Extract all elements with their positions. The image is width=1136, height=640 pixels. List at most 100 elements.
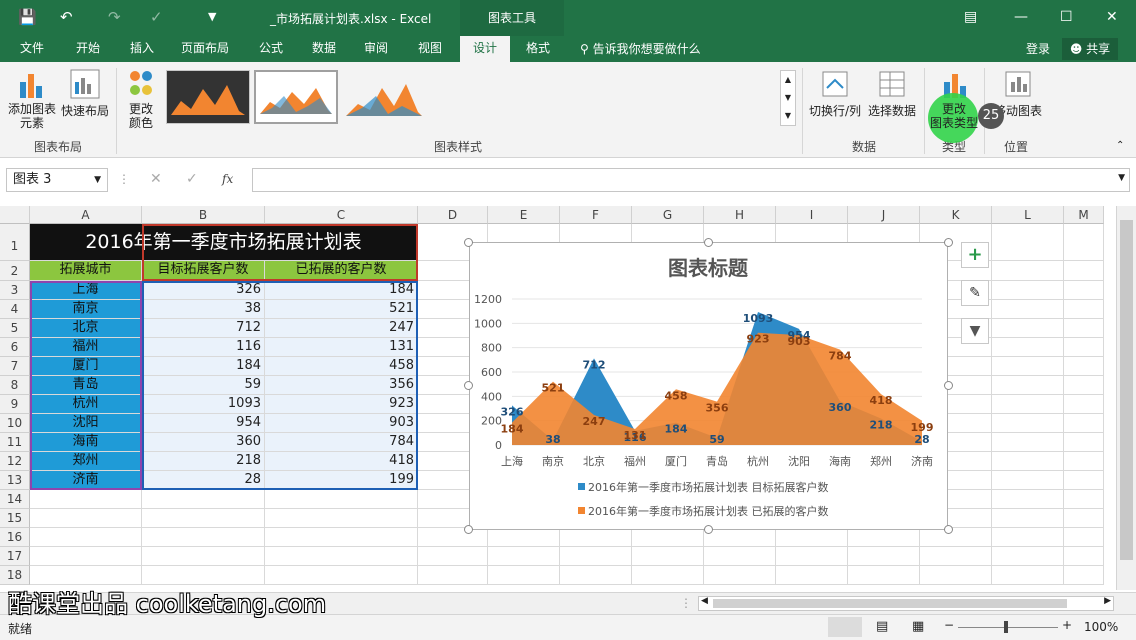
data-label[interactable]: 923 [747,333,770,346]
empty-cell[interactable] [992,319,1064,338]
data-label[interactable]: 326 [501,405,524,418]
tab-insert[interactable]: 插入 [118,36,166,62]
data-label[interactable]: 247 [583,415,606,428]
data-label[interactable]: 218 [870,418,893,431]
column-header-c[interactable]: C [265,206,418,224]
data-label[interactable]: 903 [788,335,811,348]
empty-cell[interactable] [1064,566,1104,585]
add-chart-element-button[interactable]: 添加图表 元素 [6,68,58,130]
enter-icon[interactable]: ✓ [186,171,198,187]
empty-cell[interactable] [1064,224,1104,261]
empty-cell[interactable] [1064,357,1104,376]
data-label[interactable]: 712 [583,358,606,371]
column-header-k[interactable]: K [920,206,992,224]
empty-cell[interactable] [142,490,265,509]
achieved-count-cell[interactable]: 184 [265,281,418,300]
resize-handle-s[interactable] [704,525,713,534]
horizontal-scrollbar[interactable]: ◀ ▶ [698,596,1114,611]
empty-cell[interactable] [1064,471,1104,490]
chart-title[interactable]: 图表标题 [668,256,749,280]
empty-cell[interactable] [1064,547,1104,566]
series-area-2[interactable] [512,332,922,445]
resize-handle-w[interactable] [464,381,473,390]
empty-cell[interactable] [265,509,418,528]
empty-cell[interactable] [992,452,1064,471]
column-header-d[interactable]: D [418,206,488,224]
column-header-l[interactable]: L [992,206,1064,224]
empty-cell[interactable] [1064,300,1104,319]
column-header-j[interactable]: J [848,206,920,224]
target-count-cell[interactable]: 116 [142,338,265,357]
empty-cell[interactable] [265,528,418,547]
data-label[interactable]: 59 [709,433,724,446]
ribbon-display-options-icon[interactable]: ▤ [964,9,977,25]
empty-cell[interactable] [992,471,1064,490]
redo-icon[interactable]: ↷ [108,8,121,26]
empty-cell[interactable] [992,300,1064,319]
empty-cell[interactable] [142,509,265,528]
empty-cell[interactable] [1064,338,1104,357]
expand-formula-icon[interactable]: ▼ [1118,173,1125,183]
customize-qat-icon[interactable]: ▼ [208,10,216,23]
achieved-count-cell[interactable]: 199 [265,471,418,490]
empty-cell[interactable] [632,566,704,585]
tab-data[interactable]: 数据 [302,36,346,62]
empty-cell[interactable] [1064,395,1104,414]
empty-cell[interactable] [30,509,142,528]
resize-handle-se[interactable] [944,525,953,534]
empty-cell[interactable] [1064,376,1104,395]
row-header-14[interactable]: 14 [0,490,30,509]
column-header-h[interactable]: H [704,206,776,224]
undo-icon[interactable]: ↶ [60,8,73,26]
chart-styles-brush-icon[interactable]: ✎ [961,280,989,306]
target-count-cell[interactable]: 326 [142,281,265,300]
chart-filter-icon[interactable]: ▼ [961,318,989,344]
insert-function-icon[interactable]: fx [222,172,233,186]
empty-cell[interactable] [1064,281,1104,300]
table-header-cell[interactable]: 拓展城市 [30,261,142,281]
empty-cell[interactable] [488,547,560,566]
target-count-cell[interactable]: 1093 [142,395,265,414]
zoom-out-icon[interactable]: − [944,618,954,632]
empty-cell[interactable] [1064,414,1104,433]
name-box[interactable]: 图表 3 ▼ [6,168,108,192]
vertical-scroll-thumb[interactable] [1120,220,1133,560]
row-header-15[interactable]: 15 [0,509,30,528]
zoom-in-icon[interactable]: + [1062,618,1072,632]
empty-cell[interactable] [920,547,992,566]
data-label[interactable]: 356 [706,402,729,415]
empty-cell[interactable] [418,547,488,566]
empty-cell[interactable] [992,281,1064,300]
row-header-6[interactable]: 6 [0,338,30,357]
page-break-view-icon[interactable]: ▦ [912,619,924,634]
empty-cell[interactable] [1064,433,1104,452]
empty-cell[interactable] [992,261,1064,281]
formula-input[interactable]: ▼ [252,168,1130,192]
tab-formulas[interactable]: 公式 [248,36,294,62]
empty-cell[interactable] [992,338,1064,357]
empty-cell[interactable] [1064,528,1104,547]
empty-cell[interactable] [1064,509,1104,528]
empty-cell[interactable] [142,528,265,547]
city-cell[interactable]: 厦门 [30,357,142,376]
city-cell[interactable]: 沈阳 [30,414,142,433]
tab-file[interactable]: 文件 [10,36,54,62]
share-button[interactable]: ☻ 共享 [1062,38,1118,60]
city-cell[interactable]: 上海 [30,281,142,300]
column-header-m[interactable]: M [1064,206,1104,224]
tab-design[interactable]: 设计 [460,36,510,62]
achieved-count-cell[interactable]: 521 [265,300,418,319]
switch-row-column-button[interactable]: 切换行/列 [806,68,864,119]
empty-cell[interactable] [30,528,142,547]
target-count-cell[interactable]: 59 [142,376,265,395]
empty-cell[interactable] [992,490,1064,509]
achieved-count-cell[interactable]: 458 [265,357,418,376]
data-label[interactable]: 458 [665,389,688,402]
empty-cell[interactable] [992,414,1064,433]
data-label[interactable]: 1093 [743,312,774,325]
city-cell[interactable]: 海南 [30,433,142,452]
vertical-scrollbar[interactable] [1116,206,1136,590]
table-header-cell[interactable]: 已拓展的客户数 [265,261,418,281]
empty-cell[interactable] [992,224,1064,261]
empty-cell[interactable] [1064,261,1104,281]
